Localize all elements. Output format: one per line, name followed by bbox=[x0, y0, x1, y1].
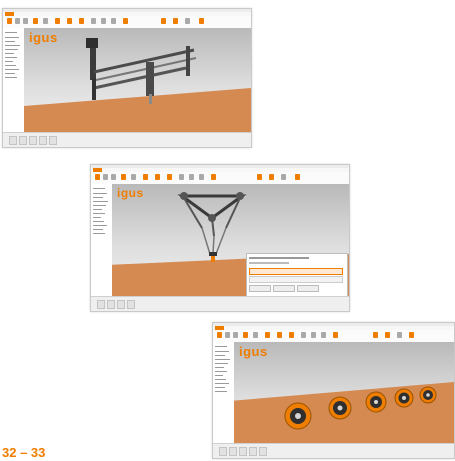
jog-button[interactable] bbox=[127, 300, 135, 309]
jog-button[interactable] bbox=[29, 136, 37, 145]
toolbar-button[interactable] bbox=[161, 18, 166, 24]
toolbar-button[interactable] bbox=[199, 18, 204, 24]
bottom-panel bbox=[213, 443, 454, 458]
toolbar-button[interactable] bbox=[173, 18, 178, 24]
toolbar-button[interactable] bbox=[281, 174, 286, 180]
igus-logo: igus bbox=[239, 344, 268, 359]
toolbar-button[interactable] bbox=[123, 18, 128, 24]
toolbar-button[interactable] bbox=[301, 332, 306, 338]
3d-viewport[interactable]: igus bbox=[234, 342, 454, 444]
screenshot-delta-robot: igus bbox=[90, 164, 350, 312]
delta-robot-model bbox=[177, 192, 247, 262]
toolbar-button[interactable] bbox=[43, 18, 48, 24]
toolbar-button[interactable] bbox=[15, 18, 20, 24]
bottom-panel bbox=[91, 296, 349, 311]
properties-panel[interactable] bbox=[246, 253, 348, 297]
toolbar-button[interactable] bbox=[23, 18, 28, 24]
toolbar-button[interactable] bbox=[111, 174, 116, 180]
toolbar-button[interactable] bbox=[95, 174, 100, 180]
toolbar-button[interactable] bbox=[121, 174, 126, 180]
toolbar-button[interactable] bbox=[101, 18, 106, 24]
igus-logo: igus bbox=[117, 186, 144, 200]
toolbar-button[interactable] bbox=[253, 332, 258, 338]
sidebar bbox=[213, 342, 235, 444]
toolbar-button[interactable] bbox=[225, 332, 230, 338]
toolbar-button[interactable] bbox=[277, 332, 282, 338]
bottom-panel bbox=[3, 132, 251, 147]
toolbar-button[interactable] bbox=[155, 174, 160, 180]
toolbar-button[interactable] bbox=[265, 332, 270, 338]
jog-button[interactable] bbox=[19, 136, 27, 145]
toolbar-button[interactable] bbox=[397, 332, 402, 338]
toolbar-button[interactable] bbox=[311, 332, 316, 338]
toolbar-button[interactable] bbox=[269, 174, 274, 180]
toolbar-button[interactable] bbox=[167, 174, 172, 180]
toolbar-button[interactable] bbox=[185, 18, 190, 24]
toolbar-button[interactable] bbox=[143, 174, 148, 180]
jog-button[interactable] bbox=[229, 447, 237, 456]
toolbar-button[interactable] bbox=[257, 174, 262, 180]
gantry-robot-model bbox=[86, 38, 197, 104]
sidebar bbox=[91, 184, 113, 297]
toolbar-button[interactable] bbox=[211, 174, 216, 180]
jog-button[interactable] bbox=[107, 300, 115, 309]
toolbar-button[interactable] bbox=[91, 18, 96, 24]
toolbar-button[interactable] bbox=[233, 332, 238, 338]
toolbar-button[interactable] bbox=[217, 332, 222, 338]
toolbar-button[interactable] bbox=[111, 18, 116, 24]
page-number: 32 – 33 bbox=[2, 445, 46, 460]
jog-button[interactable] bbox=[259, 447, 267, 456]
jog-button[interactable] bbox=[219, 447, 227, 456]
toolbar-button[interactable] bbox=[103, 174, 108, 180]
toolbar-button[interactable] bbox=[199, 174, 204, 180]
jog-button[interactable] bbox=[239, 447, 247, 456]
sidebar bbox=[3, 28, 25, 133]
jog-button[interactable] bbox=[117, 300, 125, 309]
toolbar-button[interactable] bbox=[189, 174, 194, 180]
toolbar-button[interactable] bbox=[333, 332, 338, 338]
jog-button[interactable] bbox=[49, 136, 57, 145]
toolbar-button[interactable] bbox=[179, 174, 184, 180]
rotary-joints-model bbox=[284, 386, 437, 430]
toolbar-button[interactable] bbox=[33, 18, 38, 24]
jog-button[interactable] bbox=[97, 300, 105, 309]
toolbar-button[interactable] bbox=[385, 332, 390, 338]
jog-button[interactable] bbox=[39, 136, 47, 145]
3d-viewport[interactable]: igus bbox=[24, 28, 251, 133]
toolbar-button[interactable] bbox=[243, 332, 248, 338]
toolbar-button[interactable] bbox=[131, 174, 136, 180]
toolbar-button[interactable] bbox=[67, 18, 72, 24]
toolbar-button[interactable] bbox=[373, 332, 378, 338]
screenshot-gantry-robot: igus bbox=[2, 8, 252, 148]
toolbar-button[interactable] bbox=[7, 18, 12, 24]
jog-button[interactable] bbox=[249, 447, 257, 456]
toolbar-button[interactable] bbox=[409, 332, 414, 338]
toolbar-button[interactable] bbox=[295, 174, 300, 180]
jog-button[interactable] bbox=[9, 136, 17, 145]
toolbar-button[interactable] bbox=[55, 18, 60, 24]
toolbar-button[interactable] bbox=[289, 332, 294, 338]
toolbar-button[interactable] bbox=[321, 332, 326, 338]
igus-logo: igus bbox=[29, 30, 58, 45]
screenshot-rotary-joints: igus bbox=[212, 322, 455, 459]
toolbar-button[interactable] bbox=[79, 18, 84, 24]
